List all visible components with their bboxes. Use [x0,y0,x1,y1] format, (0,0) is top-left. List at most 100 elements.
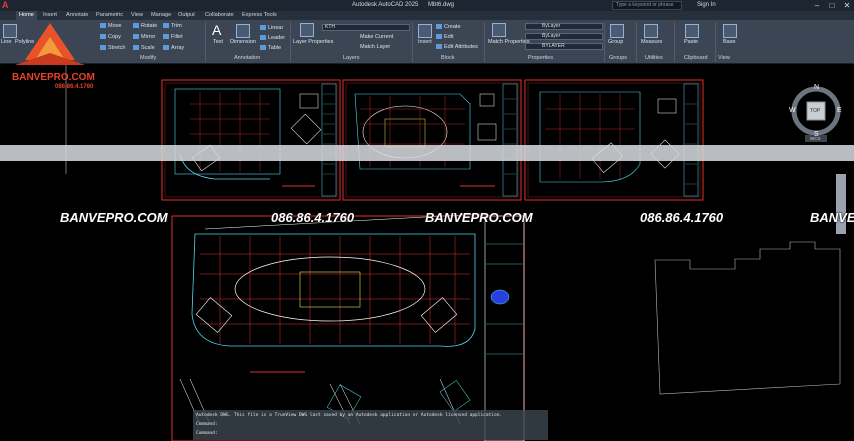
edit-block-button[interactable]: Edit [436,34,453,40]
layer-dropdown[interactable]: KTH [322,24,410,31]
tab-manage[interactable]: Manage [151,12,171,18]
title-bar: A Autodesk AutoCAD 2025 Mbt6.dwg Type a … [0,0,854,11]
logo-phone: 086.86.4.1760 [55,84,94,90]
linetype-dropdown[interactable]: ByLayer [525,33,603,40]
insert-button[interactable]: Insert [418,39,432,45]
table-button[interactable]: Table [260,45,281,51]
create-block-button[interactable]: Create [436,24,461,30]
viewcube[interactable]: N S E W TOP WCS [789,84,844,146]
rotate-button[interactable]: Rotate [133,23,157,29]
logo-mark [15,23,85,65]
trim-button[interactable]: Trim [163,23,182,29]
watermark-brand: BANVEPRO.COM [425,210,533,225]
layer-dropdown-value: KTH [325,24,335,30]
separator [412,22,413,62]
trim-icon [163,23,169,29]
sheet-large [171,213,525,441]
array-icon [163,45,169,51]
linear-icon [260,25,266,31]
layers-panel-title[interactable]: Layers [343,55,360,61]
tab-express-tools[interactable]: Express Tools [242,12,277,18]
sheet-1 [161,79,341,201]
color-value: ByLayer [542,23,561,29]
watermark-band [0,145,854,161]
properties-panel-title[interactable]: Properties [528,55,553,61]
watermark-brand: BANVEPRO.COM [60,210,168,225]
dimension-icon[interactable] [236,24,250,38]
scrollbar[interactable] [836,174,846,234]
edit-icon [436,34,442,40]
sign-in-link[interactable]: Sign In [697,2,716,8]
dimension-button[interactable]: Dimension [230,39,256,45]
sheet-3 [524,79,704,201]
groups-panel-title[interactable]: Groups [609,55,627,61]
make-current-button[interactable]: Make Current [360,34,393,40]
tab-output[interactable]: Output [178,12,195,18]
mirror-button[interactable]: Mirror [133,34,155,40]
minimize-button[interactable]: – [810,0,824,11]
array-button[interactable]: Array [163,45,184,51]
lineweight-value: BYLAYER [542,43,565,49]
base-button[interactable]: Base [723,39,736,45]
command-input[interactable]: Command: [196,431,218,436]
cad-drawing[interactable] [0,64,854,441]
separator [636,22,637,62]
app-title: Autodesk AutoCAD 2025 [352,2,419,8]
layer-properties-button[interactable]: Layer Properties [293,39,333,45]
ribbon-tabs: Home Insert Annotate Parametric View Man… [0,11,854,20]
logo-stamp [490,289,510,305]
tab-collaborate[interactable]: Collaborate [205,12,234,18]
scale-button[interactable]: Scale [133,45,155,51]
separator [484,22,485,62]
paste-icon[interactable] [685,24,699,38]
model-space-canvas[interactable]: N S E W TOP WCS [0,64,854,441]
compass-west[interactable]: W [789,107,796,114]
linear-button[interactable]: Linear [260,25,283,31]
viewcube-top-face[interactable]: TOP [810,108,820,114]
edit-attributes-icon [436,44,442,50]
table-icon [260,45,266,51]
leader-button[interactable]: Leader [260,35,285,41]
compass-east[interactable]: E [837,107,842,114]
measure-icon[interactable] [644,24,658,38]
base-view-icon[interactable] [723,24,737,38]
compass-north[interactable]: N [814,84,819,91]
text-button[interactable]: Text [213,39,223,45]
block-panel-title[interactable]: Block [441,55,454,61]
view-panel-title[interactable]: View [718,55,730,61]
rotate-icon [133,23,139,29]
group-button[interactable]: Group [608,39,623,45]
close-button[interactable]: ✕ [840,0,854,11]
match-properties-icon[interactable] [492,23,506,37]
create-icon [436,24,442,30]
clipboard-panel-title[interactable]: Clipboard [684,55,708,61]
tab-view[interactable]: View [131,12,143,18]
search-input[interactable]: Type a keyword or phrase [612,1,682,10]
insert-block-icon[interactable] [418,24,432,38]
color-dropdown[interactable]: ByLayer [525,23,603,30]
watermark-phone: 086.86.4.1760 [271,210,355,225]
edit-attributes-button[interactable]: Edit Attributes [436,44,478,50]
layer-properties-icon[interactable] [300,23,314,37]
fillet-icon [163,34,169,40]
text-icon[interactable]: A [212,23,226,37]
lineweight-dropdown[interactable]: BYLAYER [525,43,603,50]
site-outline [654,241,841,395]
autocad-app-icon[interactable]: A [2,1,11,10]
wcs-menu[interactable]: WCS [810,136,821,141]
fillet-button[interactable]: Fillet [163,34,183,40]
command-history-line: Command: [196,422,218,427]
group-icon[interactable] [610,24,624,38]
separator [674,22,675,62]
paste-button[interactable]: Paste [684,39,698,45]
measure-button[interactable]: Measure [641,39,662,45]
separator [290,22,291,62]
maximize-button[interactable]: □ [825,0,839,11]
utilities-panel-title[interactable]: Utilities [645,55,663,61]
linetype-value: ByLayer [542,33,561,39]
modify-panel-title[interactable]: Modify [140,55,156,61]
annotation-panel-title[interactable]: Annotation [234,55,260,61]
watermark-phone: 086.86.4.1760 [640,210,724,225]
match-properties-button[interactable]: Match Properties [488,39,530,45]
match-layer-button[interactable]: Match Layer [360,44,390,50]
